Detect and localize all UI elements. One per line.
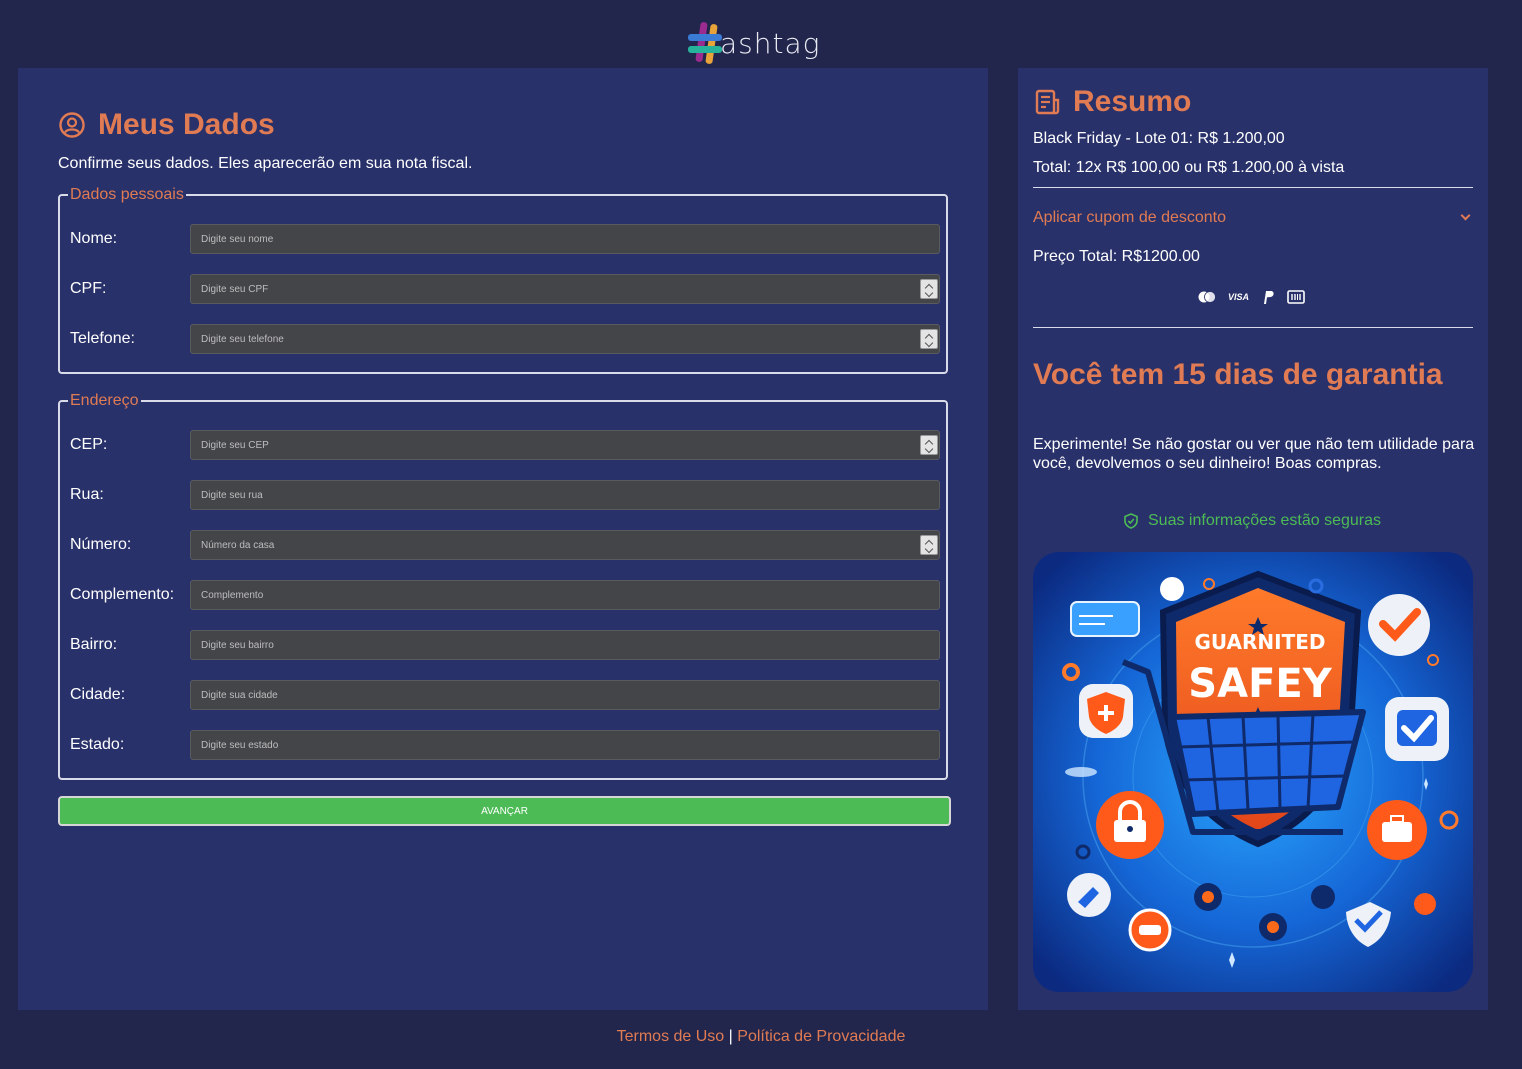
personal-data-fieldset: Dados pessoais Nome: CPF: Telefone: (58, 184, 948, 374)
state-label: Estado: (70, 736, 125, 753)
number-label: Número: (70, 536, 132, 553)
user-circle-icon (59, 112, 85, 138)
boleto-icon (1287, 290, 1305, 304)
paypal-icon (1261, 289, 1275, 305)
number-row: Número: (60, 530, 946, 562)
advance-button[interactable]: Avançar (58, 796, 951, 826)
hashtag-logo-mark (686, 20, 722, 65)
cep-input[interactable] (190, 430, 940, 460)
address-legend: Endereço (68, 390, 141, 412)
phone-label: Telefone: (70, 330, 135, 347)
payment-methods: VISA (1198, 288, 1318, 306)
price-total: Preço Total: R$1200.00 (1033, 248, 1200, 265)
secure-text: Suas informações estão seguras (1148, 512, 1382, 529)
footer-separator: | (728, 1028, 733, 1045)
guarantee-text: Experimente! Se não gostar ou ver que nã… (1033, 436, 1475, 472)
cpf-input[interactable] (190, 274, 940, 304)
promo-shield-top-text: GUARNITED (1194, 630, 1325, 654)
form-title: Meus Dados (58, 108, 275, 142)
state-row: Estado: (60, 730, 946, 762)
neighborhood-input[interactable] (190, 630, 940, 660)
mastercard-icon (1198, 291, 1216, 303)
name-input[interactable] (190, 224, 940, 254)
summary-title-text: Resumo (1073, 85, 1192, 118)
form-subtitle: Confirme seus dados. Eles aparecerão em … (58, 155, 473, 172)
summary-divider-top (1033, 187, 1473, 188)
order-total-line: Total: 12x R$ 100,00 ou R$ 1.200,00 à vi… (1033, 159, 1345, 176)
terms-link[interactable]: Termos de Uso (617, 1028, 725, 1045)
phone-number-spinner[interactable] (920, 329, 938, 349)
cep-number-spinner[interactable] (920, 435, 938, 455)
chevron-down-icon (1460, 210, 1471, 221)
secure-info: Suas informações estão seguras (1124, 512, 1381, 530)
street-input[interactable] (190, 480, 940, 510)
city-label: Cidade: (70, 686, 126, 703)
phone-input[interactable] (190, 324, 940, 354)
shield-check-icon (1124, 513, 1138, 529)
logo-text: ashtag (720, 26, 821, 60)
complement-row: Complemento: (60, 580, 946, 612)
complement-input[interactable] (190, 580, 940, 610)
house-number-spinner[interactable] (920, 535, 938, 555)
cpf-row: CPF: (60, 274, 946, 306)
personal-data-legend: Dados pessoais (68, 184, 186, 206)
visa-icon: VISA (1228, 292, 1250, 302)
cep-row: CEP: (60, 430, 946, 462)
security-promo-image: GUARNITED SAFEY (1033, 552, 1473, 992)
city-row: Cidade: (60, 680, 946, 712)
promo-shield-main-text: SAFEY (1188, 661, 1332, 707)
complement-label: Complemento: (70, 586, 175, 603)
city-input[interactable] (190, 680, 940, 710)
order-summary-panel: Resumo Black Friday - Lote 01: R$ 1.200,… (1018, 68, 1488, 1010)
privacy-link[interactable]: Política de Provacidade (737, 1028, 905, 1045)
cep-label: CEP: (70, 436, 108, 453)
street-label: Rua: (70, 486, 104, 503)
summary-title: Resumo (1033, 85, 1191, 119)
coupon-toggle[interactable]: Aplicar cupom de desconto (1033, 209, 1473, 229)
cpf-label: CPF: (70, 280, 107, 297)
neighborhood-label: Bairro: (70, 636, 118, 653)
hashtag-logo[interactable]: ashtag (686, 18, 826, 66)
summary-divider-bottom (1033, 327, 1473, 328)
form-title-text: Meus Dados (98, 108, 275, 141)
footer: Termos de Uso | Política de Provacidade (0, 1028, 1522, 1046)
cpf-number-spinner[interactable] (920, 279, 938, 299)
address-fieldset: Endereço CEP: Rua: Número: Complemento: … (58, 390, 948, 780)
top-bar: ashtag (0, 0, 1522, 68)
order-item-line: Black Friday - Lote 01: R$ 1.200,00 (1033, 130, 1285, 147)
personal-data-panel: Meus Dados Confirme seus dados. Eles apa… (18, 68, 988, 1010)
guarantee-title: Você tem 15 dias de garantia (1033, 358, 1443, 391)
number-input[interactable] (190, 530, 940, 560)
coupon-label: Aplicar cupom de desconto (1033, 209, 1226, 226)
neighborhood-row: Bairro: (60, 630, 946, 662)
name-label: Nome: (70, 230, 118, 247)
state-input[interactable] (190, 730, 940, 760)
phone-row: Telefone: (60, 324, 946, 356)
street-row: Rua: (60, 480, 946, 512)
receipt-icon (1035, 89, 1060, 115)
name-row: Nome: (60, 224, 946, 256)
